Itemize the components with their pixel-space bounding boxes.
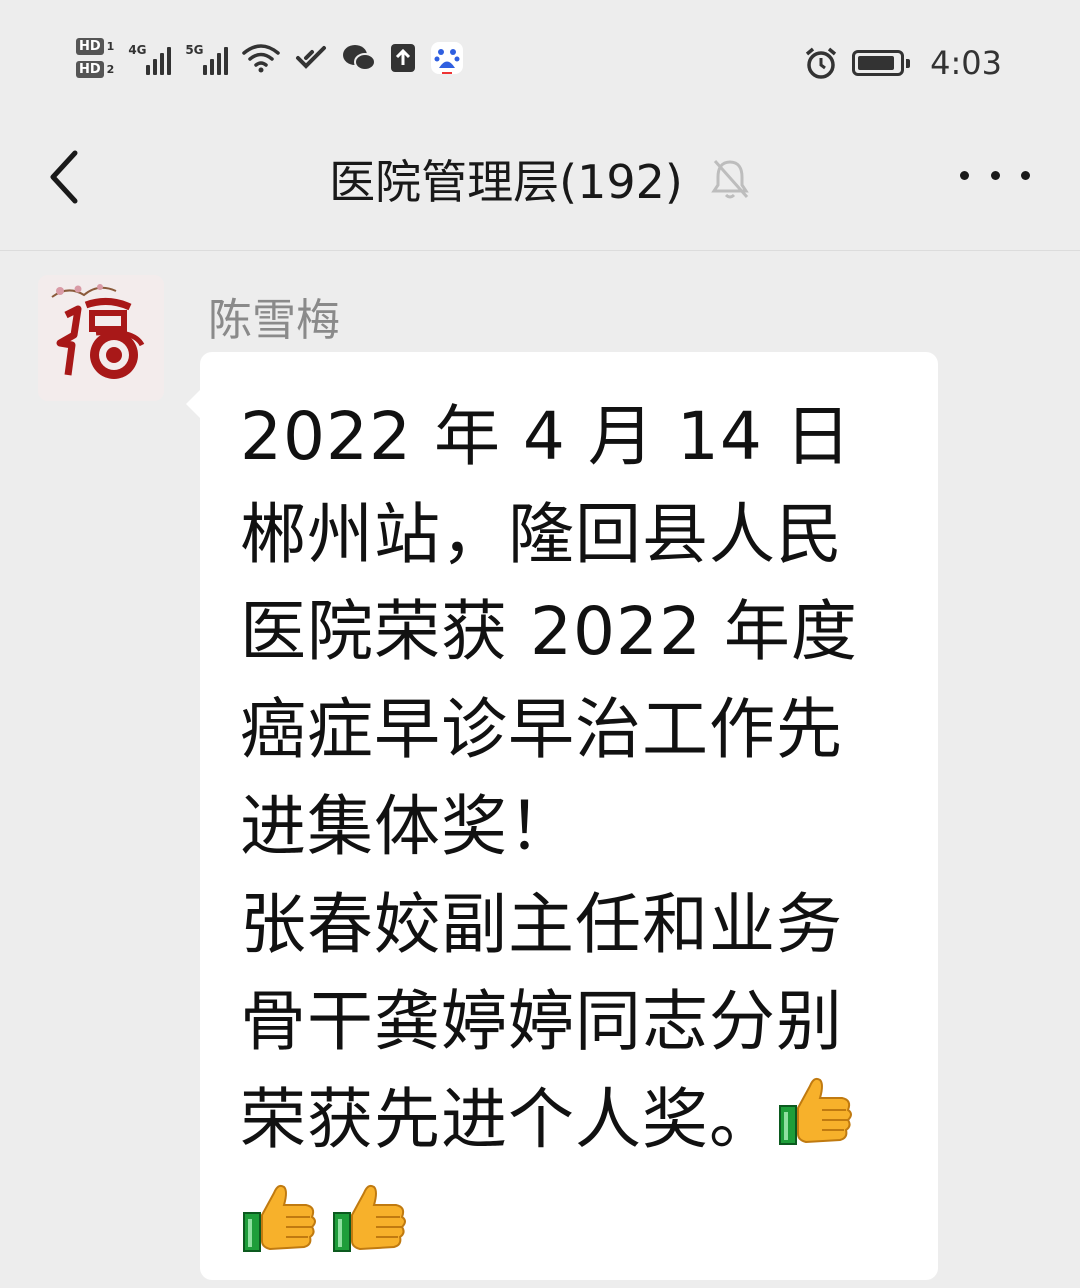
upload-icon <box>390 43 416 73</box>
signal-5g-icon: 5G <box>185 41 229 75</box>
net-type: 5G <box>185 43 204 57</box>
chat-title-area: 医院管理层(192) <box>0 146 1080 212</box>
message-line: 2022 年 4 月 14 日 <box>240 398 852 475</box>
chat-header: 医院管理层(192) <box>0 120 1080 251</box>
status-left: HD 1 HD 2 4G 5G <box>76 38 464 78</box>
more-dot <box>1021 170 1030 180</box>
signal-4g-icon: 4G <box>128 41 172 75</box>
message-line: 癌症早诊早治工作先 <box>240 690 843 768</box>
bell-off-icon <box>709 157 751 201</box>
message-line: 张春姣副主任和业务 <box>240 885 843 963</box>
sim-slot: 2 <box>106 63 115 76</box>
sim1-hd: HD 1 <box>76 38 114 55</box>
message-bubble[interactable]: 2022 年 4 月 14 日 郴州站，隆回县人民 医院荣获 2022 年度 癌… <box>186 352 938 1280</box>
message-line: 骨干龚婷婷同志分别 <box>240 983 843 1060</box>
clock: 4:03 <box>930 44 1002 82</box>
hd-badge: HD <box>76 61 104 78</box>
sim-indicators: HD 1 HD 2 <box>76 38 114 78</box>
thumbs-up-icon <box>330 1179 410 1286</box>
sender-name: 陈雪梅 <box>208 295 340 346</box>
message-line: 进集体奖！ <box>240 788 575 865</box>
more-button[interactable] <box>960 160 1030 190</box>
wechat-icon <box>342 44 377 72</box>
message-line: 医院荣获 2022 年度 <box>240 593 858 670</box>
battery-fill <box>858 56 895 70</box>
page-title: 医院管理层(192) <box>329 155 683 209</box>
thumbs-up-icon <box>240 1179 320 1286</box>
net-type: 4G <box>128 43 147 57</box>
message-text: 2022 年 4 月 14 日 郴州站，隆回县人民 医院荣获 2022 年度 癌… <box>240 388 900 1286</box>
fu-papercut-avatar <box>38 275 164 401</box>
emoji-line <box>240 1178 900 1286</box>
hd-badge: HD <box>76 38 104 55</box>
battery-icon <box>852 50 911 76</box>
more-dot <box>960 170 969 180</box>
sim2-hd: HD 2 <box>76 61 114 78</box>
baidu-icon <box>430 41 464 75</box>
sim-slot: 1 <box>106 40 115 53</box>
message-line: 荣获先进个人奖。 <box>240 1080 776 1158</box>
thumbs-up-icon <box>776 1072 856 1179</box>
status-bar: HD 1 HD 2 4G 5G 4:03 <box>0 0 1080 120</box>
avatar[interactable] <box>38 275 164 401</box>
link-icon <box>294 44 328 72</box>
more-dot <box>990 170 1000 180</box>
message-line: 郴州站，隆回县人民 <box>240 495 843 573</box>
wifi-icon <box>242 43 281 73</box>
message-line-with-emoji: 荣获先进个人奖。 <box>240 1071 900 1179</box>
alarm-icon <box>804 46 838 80</box>
status-right: 4:03 <box>804 44 1002 82</box>
